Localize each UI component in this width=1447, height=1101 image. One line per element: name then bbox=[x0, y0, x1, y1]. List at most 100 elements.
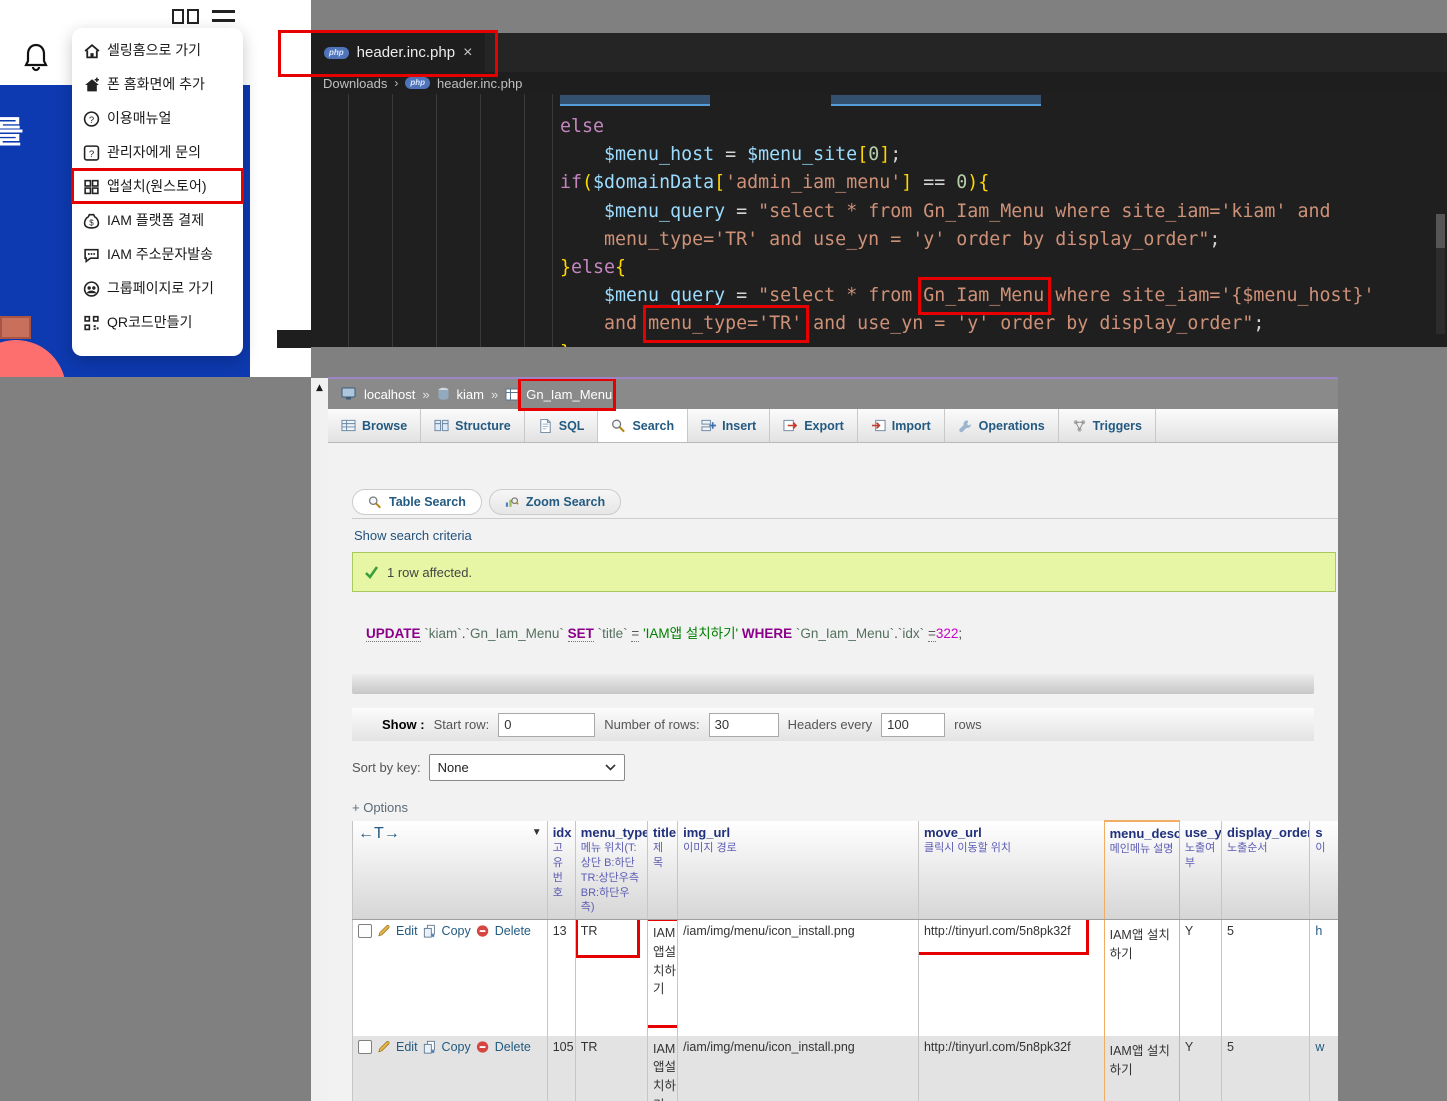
menu-item-label: 앱설치(원스토어) bbox=[107, 176, 206, 196]
show-controls: Show : Start row: Number of rows: Header… bbox=[352, 708, 1314, 741]
app-switcher-icon[interactable] bbox=[172, 9, 199, 24]
cell-use-yn: Y bbox=[1179, 1036, 1221, 1101]
cell-use-yn: Y bbox=[1179, 920, 1221, 1036]
page-scrollbar[interactable]: ▲ bbox=[311, 378, 328, 1101]
subtab-zoom-search[interactable]: Zoom Search bbox=[489, 489, 621, 515]
column-header-s[interactable]: s이 bbox=[1310, 821, 1338, 920]
row-checkbox[interactable] bbox=[358, 924, 372, 938]
cell-display-order: 5 bbox=[1222, 1036, 1310, 1101]
svg-text:$: $ bbox=[89, 218, 94, 227]
edit-link[interactable]: Edit bbox=[396, 1040, 418, 1054]
column-header-img_url[interactable]: img_url이미지 경로 bbox=[678, 821, 919, 920]
subtab-table-search[interactable]: Table Search bbox=[352, 489, 482, 515]
zoom-search-icon bbox=[505, 495, 519, 509]
search-icon bbox=[611, 418, 626, 433]
column-header-menu_type[interactable]: menu_type메뉴 위치(T:상단 B:하단 TR:상단우측 BR:하단우측… bbox=[575, 821, 647, 920]
hamburger-menu-icon[interactable] bbox=[212, 10, 235, 28]
header-actions-cell: ←T→ ▼ bbox=[353, 821, 548, 920]
mobile-menu-item-5[interactable]: 앱설치(원스토어) bbox=[72, 169, 243, 203]
sort-key-select[interactable]: None bbox=[429, 754, 625, 781]
php-file-icon: php bbox=[405, 77, 430, 89]
cell-menu-type: TR bbox=[575, 920, 647, 1036]
breadcrumb-folder[interactable]: Downloads bbox=[323, 76, 387, 91]
structure-icon bbox=[434, 418, 449, 433]
mobile-menu-item-7[interactable]: IAM 주소문자발송 bbox=[72, 237, 243, 271]
editor-scrollbar[interactable] bbox=[1436, 214, 1445, 334]
notification-bell-icon[interactable] bbox=[23, 42, 49, 72]
column-header-use_yn[interactable]: use_yn노출여부 bbox=[1179, 821, 1221, 920]
column-header-move_url[interactable]: move_url클릭시 이동할 위치 bbox=[918, 821, 1104, 920]
menu-item-label: 관리자에게 문의 bbox=[107, 142, 201, 162]
menu-item-label: 그룹페이지로 가기 bbox=[107, 278, 214, 298]
breadcrumb-table[interactable]: Gn_Iam_Menu bbox=[526, 387, 612, 402]
editor-corner-fragment bbox=[277, 330, 311, 348]
row-checkbox[interactable] bbox=[358, 1040, 372, 1054]
options-toggle-link[interactable]: + Options bbox=[352, 800, 408, 815]
clipped-code-line bbox=[831, 95, 1041, 106]
breadcrumb-file[interactable]: header.inc.php bbox=[437, 76, 522, 91]
banner-illustration-rect bbox=[0, 316, 31, 339]
close-tab-icon[interactable]: × bbox=[463, 44, 472, 62]
show-search-criteria-link[interactable]: Show search criteria bbox=[354, 528, 472, 543]
mobile-menu-item-8[interactable]: 그룹페이지로 가기 bbox=[72, 271, 243, 305]
edit-link[interactable]: Edit bbox=[396, 924, 418, 938]
pma-tab-insert[interactable]: Insert bbox=[688, 409, 770, 442]
menu-item-label: 폰 홈화면에 추가 bbox=[107, 74, 205, 94]
menu-item-label: IAM 주소문자발송 bbox=[107, 244, 213, 264]
operations-icon bbox=[958, 418, 973, 433]
breadcrumb-server[interactable]: localhost bbox=[364, 387, 415, 402]
insert-icon bbox=[701, 418, 716, 433]
mobile-menu-item-9[interactable]: QR코드만들기 bbox=[72, 305, 243, 339]
database-icon bbox=[437, 387, 450, 401]
pma-tab-operations[interactable]: Operations bbox=[945, 409, 1059, 442]
pma-tab-browse[interactable]: Browse bbox=[328, 409, 421, 442]
tab-title: header.inc.php bbox=[357, 44, 455, 61]
table-row: EditCopyDelete105TRIAM앱설치하기/iam/img/menu… bbox=[353, 1036, 1339, 1101]
delete-link[interactable]: Delete bbox=[495, 924, 531, 938]
pma-tab-structure[interactable]: Structure bbox=[421, 409, 525, 442]
table-row: EditCopyDelete13TRIAM앱설치하기/iam/img/menu/… bbox=[353, 920, 1339, 1036]
column-header-display_order[interactable]: display_order노출순서 bbox=[1222, 821, 1310, 920]
headers-every-input[interactable] bbox=[881, 713, 945, 737]
divider-band bbox=[352, 674, 1314, 694]
alert-text: 1 row affected. bbox=[387, 565, 472, 580]
scroll-up-arrow-icon[interactable]: ▲ bbox=[316, 383, 323, 1101]
cell-idx: 105 bbox=[547, 1036, 575, 1101]
menu-item-label: QR코드만들기 bbox=[107, 312, 192, 332]
mobile-menu-item-3[interactable]: ?이용매뉴얼 bbox=[72, 101, 243, 135]
pma-tab-import[interactable]: Import bbox=[858, 409, 945, 442]
start-row-input[interactable] bbox=[498, 713, 595, 737]
breadcrumb-database[interactable]: kiam bbox=[457, 387, 484, 402]
column-header-idx[interactable]: idx고유 번호 bbox=[547, 821, 575, 920]
code-editor[interactable]: else $menu_host = $menu_site[0];if($doma… bbox=[311, 94, 1447, 347]
pma-breadcrumb: localhost » kiam » Gn_Iam_Menu bbox=[328, 379, 1338, 409]
number-of-rows-input[interactable] bbox=[709, 713, 779, 737]
chevron-down-icon bbox=[605, 762, 616, 774]
mobile-menu-item-2[interactable]: 폰 홈화면에 추가 bbox=[72, 67, 243, 101]
mobile-menu-item-1[interactable]: 셀링홈으로 가기 bbox=[72, 33, 243, 67]
copy-link[interactable]: Copy bbox=[442, 924, 471, 938]
code-text: else $menu_host = $menu_site[0];if($doma… bbox=[560, 113, 1375, 347]
pma-tab-export[interactable]: Export bbox=[770, 409, 858, 442]
server-monitor-icon bbox=[341, 387, 357, 401]
results-table: ←T→ ▼ idx고유 번호menu_type메뉴 위치(T:상단 B:하단 TR:… bbox=[352, 820, 1338, 1101]
cell-clipped: h bbox=[1310, 920, 1338, 1036]
column-header-title[interactable]: title제목 bbox=[648, 821, 678, 920]
sort-triangle-icon[interactable]: ▼ bbox=[532, 827, 542, 838]
success-alert: 1 row affected. bbox=[352, 552, 1336, 592]
pma-tab-search[interactable]: Search bbox=[598, 409, 688, 442]
app-dropdown-menu: 셀링홈으로 가기폰 홈화면에 추가 ?이용매뉴얼?관리자에게 문의앱설치(원스토어… bbox=[72, 28, 243, 356]
copy-link[interactable]: Copy bbox=[442, 1040, 471, 1054]
column-header-menu_desc[interactable]: menu_desc메인메뉴 설명 bbox=[1104, 821, 1179, 920]
pma-tab-sql[interactable]: SQL bbox=[525, 409, 599, 442]
export-icon bbox=[783, 418, 798, 433]
search-icon bbox=[368, 495, 382, 509]
tab-header-inc-php[interactable]: php header.inc.php × bbox=[311, 33, 485, 72]
mobile-menu-item-6[interactable]: $IAM 플랫폼 결제 bbox=[72, 203, 243, 237]
cell-move-url: http://tinyurl.com/5n8pk32f bbox=[918, 1036, 1104, 1101]
delete-icon bbox=[476, 1040, 490, 1054]
delete-link[interactable]: Delete bbox=[495, 1040, 531, 1054]
mobile-menu-item-4[interactable]: ?관리자에게 문의 bbox=[72, 135, 243, 169]
nav-arrows[interactable]: ←T→ bbox=[358, 825, 400, 842]
pma-tab-triggers[interactable]: Triggers bbox=[1059, 409, 1156, 442]
